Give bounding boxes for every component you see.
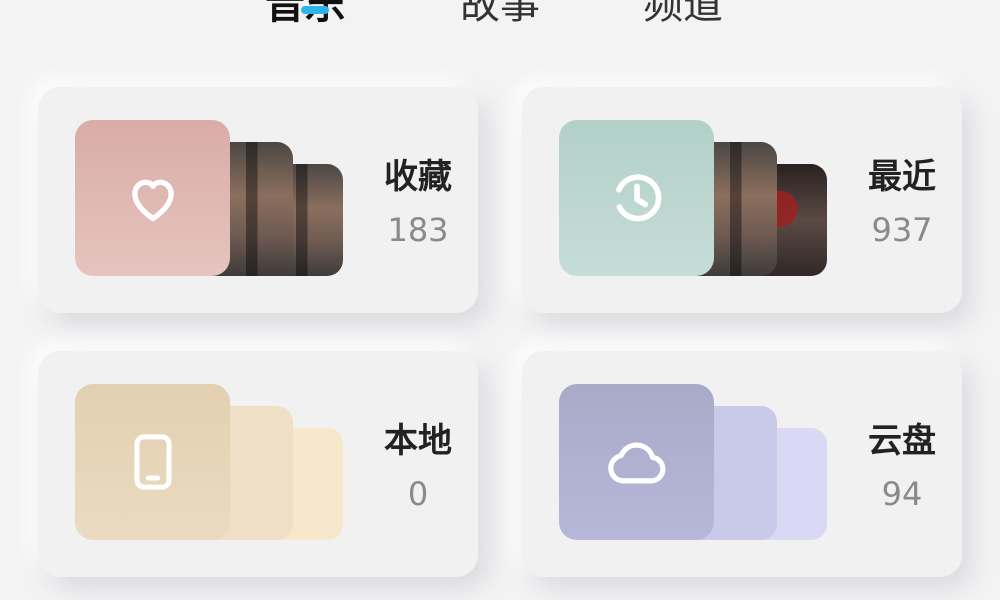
local-cover-stack xyxy=(75,384,345,540)
cloud-icon xyxy=(604,435,670,489)
heart-icon xyxy=(124,169,182,227)
favorites-label: 收藏 xyxy=(384,157,452,197)
cloud-label: 云盘 xyxy=(868,421,936,461)
favorites-cover-stack xyxy=(75,120,345,276)
local-icon-tile xyxy=(75,384,230,540)
recent-cover-stack xyxy=(559,120,829,276)
cloud-icon-tile xyxy=(559,384,714,540)
local-count: 0 xyxy=(407,475,429,513)
tab-stories[interactable]: 故事 xyxy=(460,0,540,30)
tab-music[interactable]: 音乐 xyxy=(265,0,345,30)
top-tab-bar: 音乐 故事 频道 xyxy=(0,0,1000,32)
recent-card[interactable]: 最近 937 xyxy=(522,87,962,313)
recent-count: 937 xyxy=(871,211,933,249)
phone-icon xyxy=(125,430,181,494)
tab-channels[interactable]: 频道 xyxy=(643,0,723,30)
favorites-card[interactable]: 收藏 183 xyxy=(38,87,478,313)
recent-label: 最近 xyxy=(868,157,936,197)
local-card[interactable]: 本地 0 xyxy=(38,351,478,577)
local-label: 本地 xyxy=(384,421,452,461)
active-tab-indicator xyxy=(301,6,329,14)
favorites-icon-tile xyxy=(75,120,230,276)
music-library-screen: 音乐 故事 频道 收藏 183 最近 937 本地 0 云盘 94 xyxy=(0,0,1000,600)
cloud-cover-stack xyxy=(559,384,829,540)
clock-history-icon xyxy=(606,167,668,229)
favorites-count: 183 xyxy=(387,211,449,249)
cloud-card[interactable]: 云盘 94 xyxy=(522,351,962,577)
cloud-count: 94 xyxy=(881,475,923,513)
recent-icon-tile xyxy=(559,120,714,276)
